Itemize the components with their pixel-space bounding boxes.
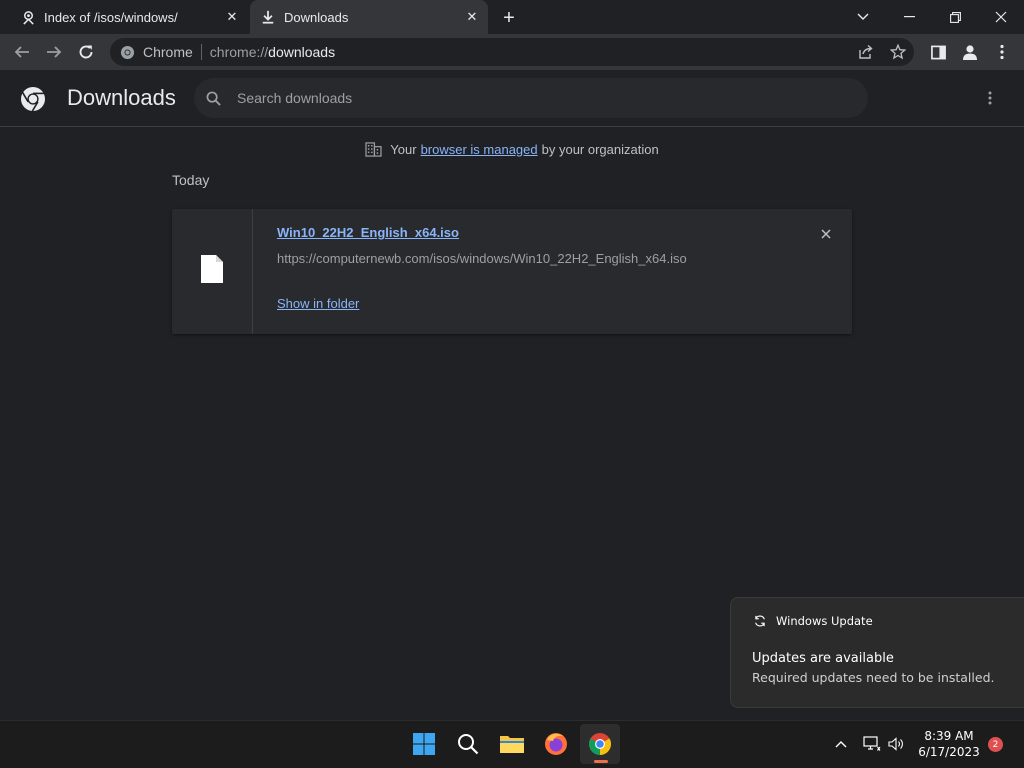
profile-button[interactable] bbox=[956, 38, 984, 66]
kebab-menu-icon bbox=[988, 91, 992, 105]
search-downloads-box[interactable] bbox=[194, 78, 868, 118]
page-title: Downloads bbox=[67, 85, 176, 110]
reload-icon bbox=[79, 45, 93, 59]
chrome-icon bbox=[119, 44, 135, 60]
managed-suffix: by your organization bbox=[541, 141, 659, 157]
search-icon bbox=[204, 89, 222, 107]
remove-download-button[interactable] bbox=[816, 224, 836, 244]
windows-update-toast[interactable]: Windows Update Updates are available Req… bbox=[730, 597, 1024, 708]
file-icon bbox=[200, 254, 224, 289]
tab-title: Index of /isos/windows/ bbox=[44, 9, 178, 25]
toast-title: Updates are available bbox=[752, 651, 894, 666]
chrome-taskbar-button[interactable] bbox=[580, 724, 620, 764]
windows-logo-icon bbox=[413, 733, 435, 755]
tab-index-of-isos[interactable]: Index of /isos/windows/ ✕ bbox=[12, 0, 246, 34]
url-host: downloads bbox=[268, 44, 336, 60]
notification-badge[interactable]: 2 bbox=[988, 737, 1003, 752]
search-icon bbox=[458, 734, 479, 755]
file-source-url: https://computernewb.com/isos/windows/Wi… bbox=[277, 251, 687, 266]
managed-notice: Your browser is managed by your organiza… bbox=[0, 139, 1024, 159]
date-header: Today bbox=[172, 172, 210, 188]
network-button[interactable] bbox=[862, 734, 882, 754]
tab-downloads[interactable]: Downloads ✕ bbox=[250, 0, 488, 34]
tab-strip: Index of /isos/windows/ ✕ Downloads ✕ + bbox=[0, 0, 1024, 34]
download-item: Win10_22H2_English_x64.iso https://compu… bbox=[172, 209, 852, 334]
kebab-menu-icon bbox=[1000, 44, 1004, 60]
side-panel-button[interactable] bbox=[924, 38, 952, 66]
reload-button[interactable] bbox=[72, 38, 100, 66]
chevron-down-icon bbox=[857, 13, 869, 20]
building-icon bbox=[365, 141, 382, 157]
managed-prefix: Your bbox=[390, 141, 417, 157]
taskbar-search-button[interactable] bbox=[448, 724, 488, 764]
clock-time: 8:39 AM bbox=[924, 729, 974, 743]
close-icon[interactable]: ✕ bbox=[464, 9, 480, 25]
clock-date: 6/17/2023 bbox=[918, 745, 980, 759]
search-input[interactable] bbox=[237, 90, 837, 106]
browser-managed-link[interactable]: browser is managed bbox=[421, 142, 538, 157]
file-explorer-button[interactable] bbox=[492, 724, 532, 764]
address-bar[interactable]: Chrome chrome:// downloads bbox=[110, 38, 914, 66]
toast-app-name: Windows Update bbox=[776, 614, 873, 628]
tab-title: Downloads bbox=[284, 9, 349, 25]
downloads-more-button[interactable] bbox=[978, 86, 1002, 110]
close-icon[interactable]: ✕ bbox=[224, 9, 240, 25]
folder-icon bbox=[500, 736, 524, 753]
chevron-up-icon bbox=[835, 741, 847, 748]
tab-search-button[interactable] bbox=[840, 0, 886, 34]
chrome-icon bbox=[589, 733, 611, 755]
sync-icon bbox=[753, 614, 767, 628]
file-icon-area bbox=[172, 209, 253, 334]
url-scheme: chrome:// bbox=[209, 44, 269, 60]
person-icon bbox=[963, 45, 977, 60]
star-icon[interactable] bbox=[882, 44, 914, 60]
omnibox-chip: Chrome bbox=[143, 44, 193, 60]
browser-menu-button[interactable] bbox=[988, 38, 1016, 66]
network-icon bbox=[863, 736, 881, 751]
firefox-icon bbox=[545, 733, 567, 755]
speaker-icon bbox=[888, 737, 903, 751]
show-in-folder-link[interactable]: Show in folder bbox=[277, 296, 359, 311]
file-name-link[interactable]: Win10_22H2_English_x64.iso bbox=[277, 225, 459, 240]
show-hidden-icons-button[interactable] bbox=[831, 734, 851, 754]
minimize-button[interactable] bbox=[886, 0, 932, 34]
arrow-left-icon bbox=[14, 46, 29, 58]
omnibox-actions bbox=[850, 38, 914, 66]
new-tab-button[interactable]: + bbox=[498, 7, 520, 29]
arrow-right-icon bbox=[47, 46, 62, 58]
restore-button[interactable] bbox=[932, 0, 978, 34]
webpage-icon bbox=[20, 9, 36, 25]
close-icon bbox=[821, 229, 831, 239]
active-app-indicator bbox=[594, 760, 608, 763]
back-button[interactable] bbox=[8, 38, 36, 66]
toast-body: Required updates need to be installed. bbox=[752, 670, 995, 685]
share-icon[interactable] bbox=[850, 44, 882, 60]
download-icon bbox=[260, 9, 276, 25]
clock[interactable]: 8:39 AM 6/17/2023 bbox=[908, 728, 990, 760]
firefox-button[interactable] bbox=[536, 724, 576, 764]
toast-app-header: Windows Update bbox=[753, 614, 873, 628]
side-panel-icon bbox=[930, 45, 946, 59]
forward-button[interactable] bbox=[40, 38, 68, 66]
chrome-logo-icon bbox=[20, 86, 46, 112]
volume-button[interactable] bbox=[886, 734, 906, 754]
omnibox-separator bbox=[200, 44, 202, 60]
close-window-button[interactable] bbox=[978, 0, 1024, 34]
start-button[interactable] bbox=[404, 724, 444, 764]
